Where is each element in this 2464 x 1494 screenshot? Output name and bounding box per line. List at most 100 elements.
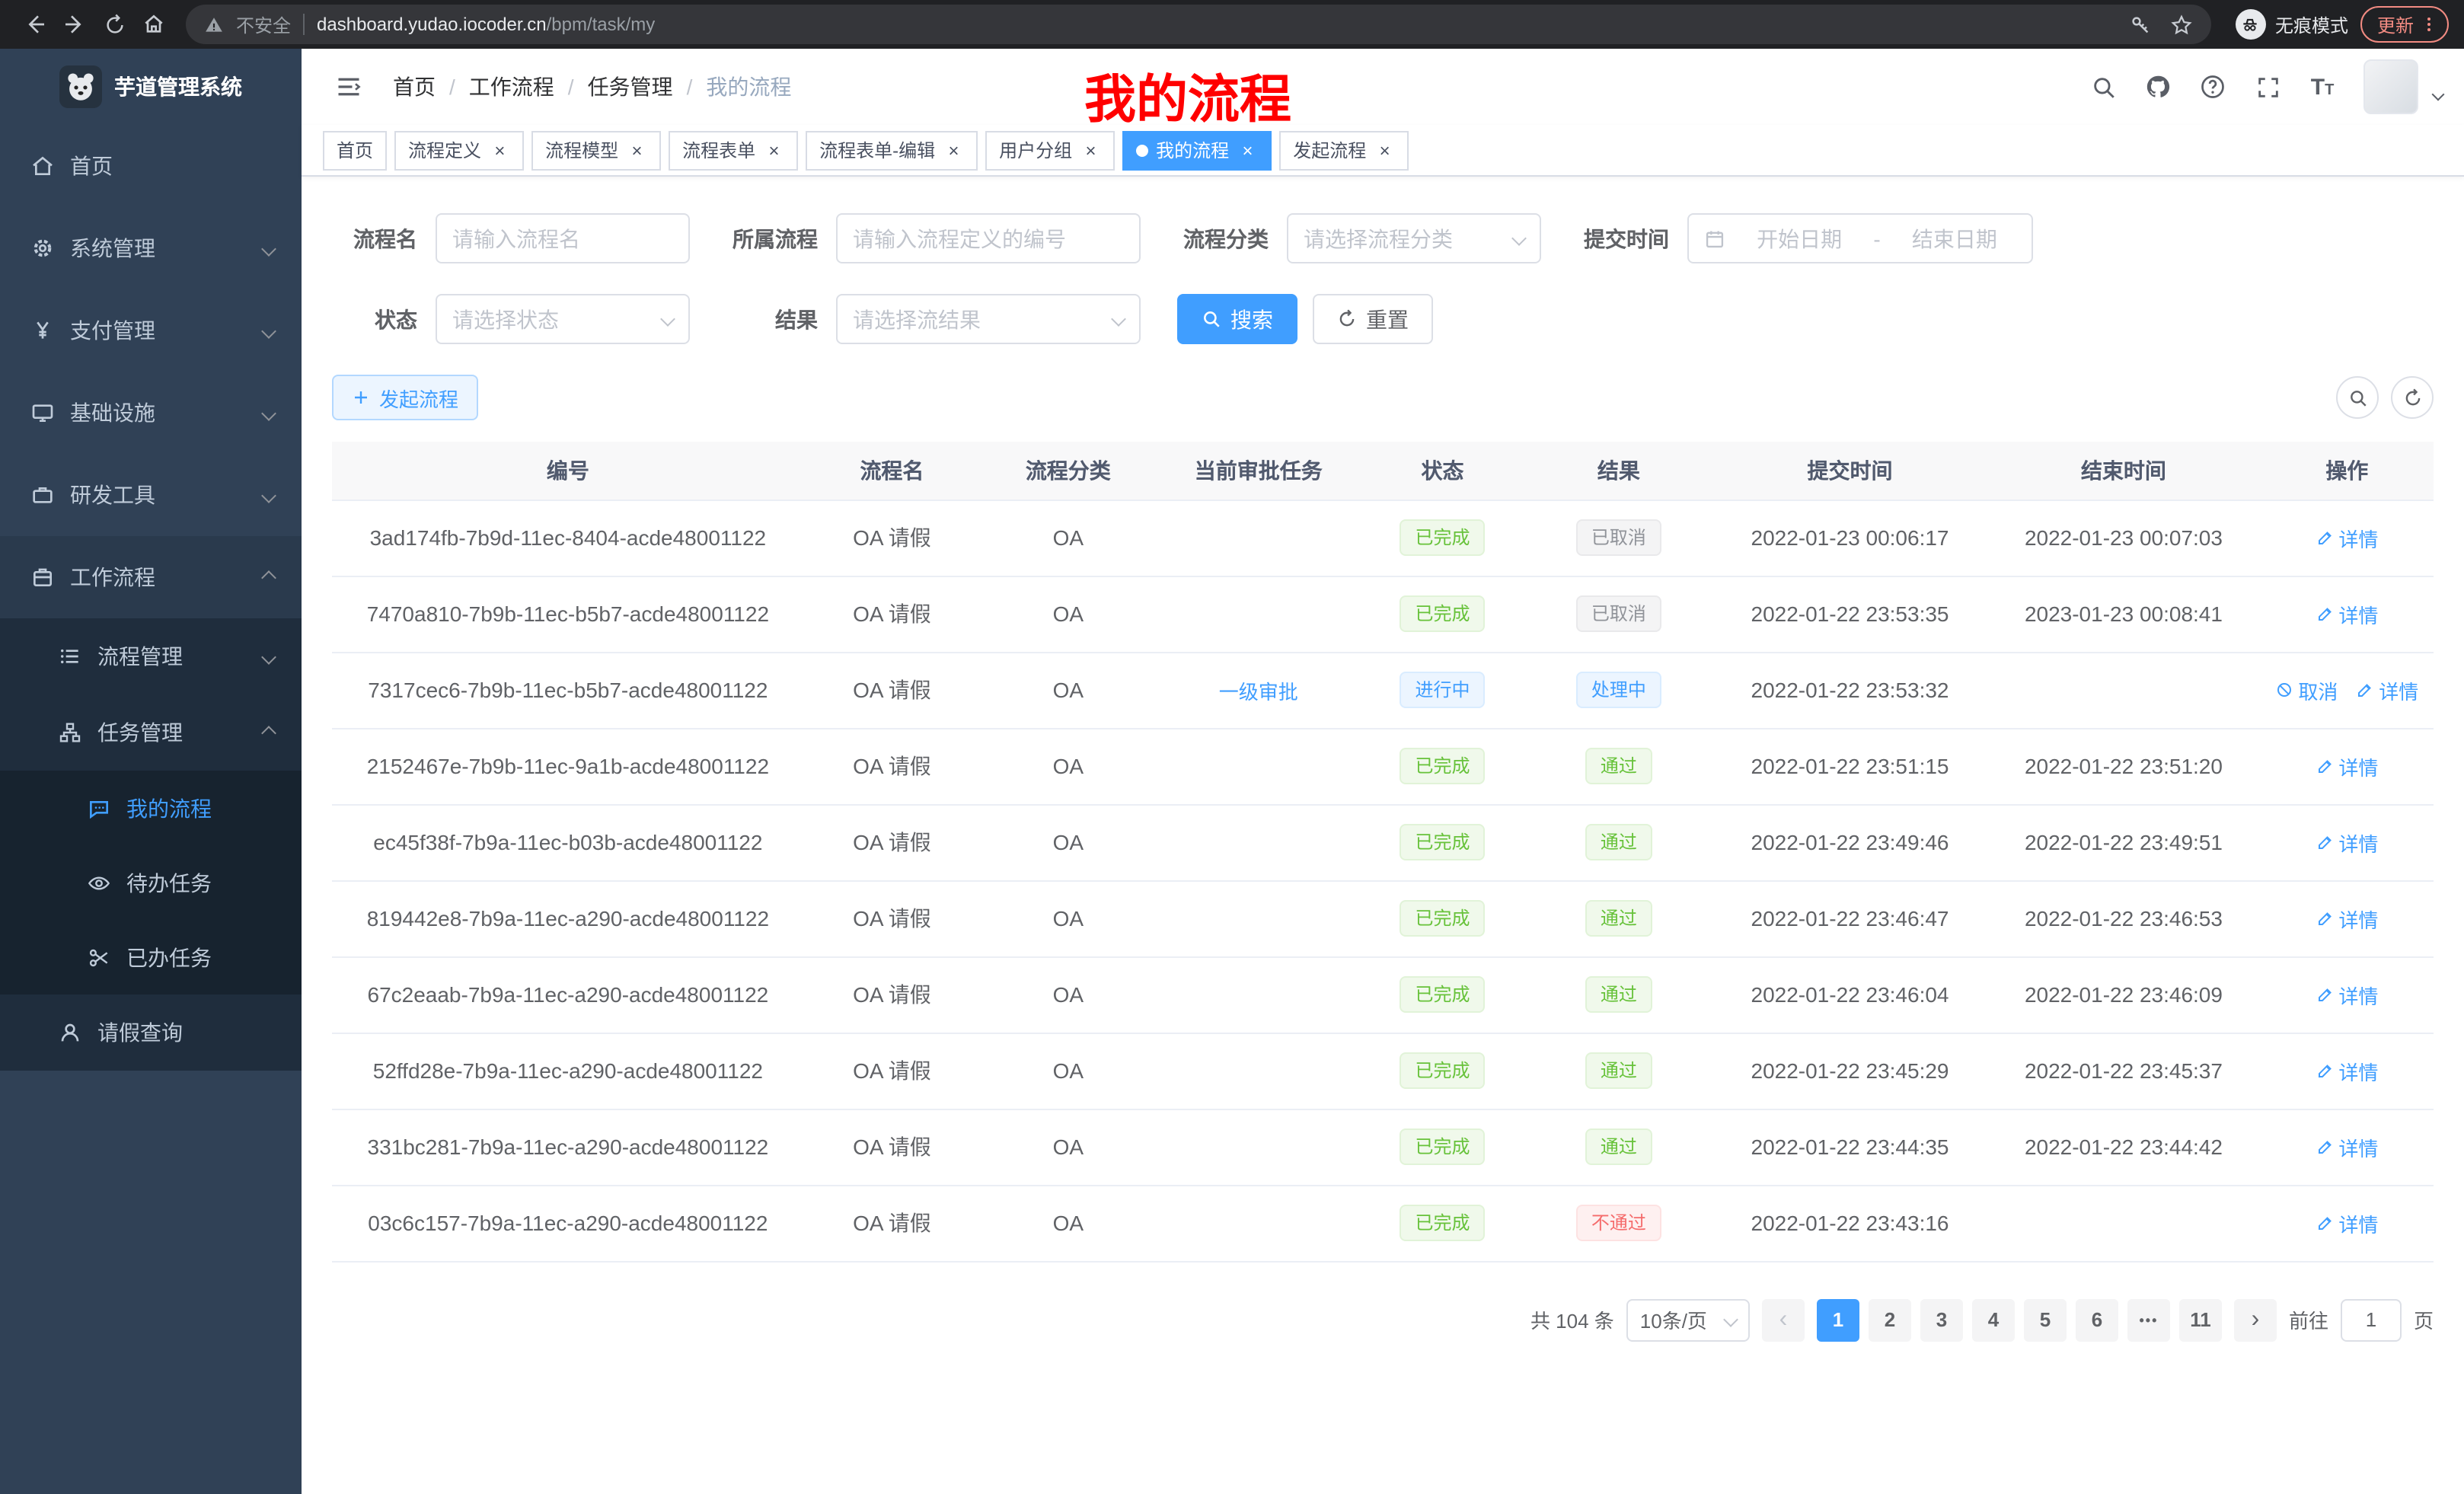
reset-button[interactable]: 重置: [1313, 294, 1433, 344]
detail-link[interactable]: 详情: [2316, 828, 2378, 857]
tab-close-icon[interactable]: ×: [1374, 139, 1395, 161]
cell-result: 已取消: [1524, 500, 1713, 576]
tab[interactable]: 我的流程 ×: [1122, 130, 1272, 170]
sidebar-item-workflow[interactable]: 工作流程: [0, 536, 302, 618]
update-button[interactable]: 更新: [2360, 6, 2449, 43]
tab-close-icon[interactable]: ×: [763, 139, 784, 161]
menu-dots-icon[interactable]: [2420, 14, 2438, 35]
start-date-placeholder: 开始日期: [1738, 223, 1861, 254]
prev-page-button[interactable]: ‹: [1762, 1298, 1805, 1341]
tab-close-icon[interactable]: ×: [1237, 139, 1258, 161]
tab-close-icon[interactable]: ×: [626, 139, 647, 161]
chevron-up-icon: [261, 570, 276, 585]
cell-category: OA: [980, 1109, 1156, 1185]
tab[interactable]: 流程表单 ×: [669, 130, 798, 170]
sidebar-item-devtools[interactable]: 研发工具: [0, 454, 302, 536]
sidebar-item-home[interactable]: 首页: [0, 125, 302, 207]
tab[interactable]: 流程表单-编辑 ×: [806, 130, 978, 170]
result-select[interactable]: 请选择流结果: [836, 294, 1141, 344]
detail-link[interactable]: 详情: [2316, 752, 2378, 781]
sidebar-item-done-tasks[interactable]: 已办任务: [0, 920, 302, 994]
tab[interactable]: 流程定义 ×: [394, 130, 524, 170]
page-button[interactable]: 5: [2024, 1298, 2067, 1341]
table-row: 2152467e-7b9b-11ec-9a1b-acde48001122 OA …: [332, 728, 2434, 804]
cancel-link[interactable]: 取消: [2275, 675, 2338, 704]
sidebar-item-my-process[interactable]: 我的流程: [0, 771, 302, 845]
start-process-button[interactable]: 发起流程: [332, 375, 478, 420]
tab[interactable]: 用户分组 ×: [985, 130, 1115, 170]
chevron-down-icon: [1723, 1312, 1738, 1327]
detail-link[interactable]: 详情: [2316, 1132, 2378, 1161]
page-button[interactable]: 1: [1817, 1298, 1859, 1341]
page-button[interactable]: 4: [1972, 1298, 2015, 1341]
page-size-select[interactable]: 10条/页: [1626, 1298, 1750, 1341]
monitor-icon: [30, 401, 55, 425]
detail-link[interactable]: 详情: [2316, 599, 2378, 628]
process-name-input[interactable]: [436, 213, 690, 263]
breadcrumb-task-mgmt[interactable]: 任务管理: [588, 72, 673, 102]
date-range-picker[interactable]: 开始日期 - 结束日期: [1687, 213, 2033, 263]
app-logo-row[interactable]: 芋道管理系统: [0, 49, 302, 125]
cell-status: 已完成: [1361, 804, 1524, 880]
sidebar-item-system[interactable]: 系统管理: [0, 207, 302, 289]
avatar[interactable]: [2363, 59, 2418, 114]
table-row: 331bc281-7b9a-11ec-a290-acde48001122 OA …: [332, 1109, 2434, 1185]
sidebar-item-todo-tasks[interactable]: 待办任务: [0, 845, 302, 920]
reload-button[interactable]: [94, 5, 134, 44]
cell-submit-time: 2022-01-22 23:46:04: [1713, 956, 1987, 1033]
help-button[interactable]: [2190, 64, 2236, 110]
tab-close-icon[interactable]: ×: [943, 139, 964, 161]
goto-page-input[interactable]: [2341, 1298, 2402, 1341]
key-icon[interactable]: [2129, 13, 2152, 36]
tab-close-icon[interactable]: ×: [489, 139, 510, 161]
detail-link[interactable]: 详情: [2356, 675, 2418, 704]
breadcrumb-home[interactable]: 首页: [393, 72, 436, 102]
next-page-button[interactable]: ›: [2234, 1298, 2277, 1341]
url-text: dashboard.yudao.iocoder.cn/bpm/task/my: [317, 14, 655, 35]
home-button[interactable]: [134, 5, 174, 44]
status-select[interactable]: 请选择状态: [436, 294, 690, 344]
detail-link[interactable]: 详情: [2316, 523, 2378, 552]
detail-link[interactable]: 详情: [2316, 1056, 2378, 1085]
address-bar[interactable]: 不安全 dashboard.yudao.iocoder.cn/bpm/task/…: [186, 5, 2211, 44]
header-search-button[interactable]: [2080, 64, 2126, 110]
page-button[interactable]: •••: [2127, 1298, 2170, 1341]
tab-close-icon[interactable]: ×: [1080, 139, 1101, 161]
github-button[interactable]: [2135, 64, 2181, 110]
page-button[interactable]: 11: [2179, 1298, 2222, 1341]
sidebar-toggle-button[interactable]: [326, 64, 372, 110]
search-icon: [1202, 309, 1221, 329]
page-button[interactable]: 2: [1869, 1298, 1911, 1341]
page-button[interactable]: 6: [2076, 1298, 2118, 1341]
forward-button[interactable]: [55, 5, 94, 44]
parent-process-input[interactable]: [836, 213, 1141, 263]
detail-link[interactable]: 详情: [2316, 1208, 2378, 1237]
sidebar-item-leave-query[interactable]: 请假查询: [0, 994, 302, 1071]
font-size-button[interactable]: TT: [2300, 64, 2345, 110]
list-icon: [58, 644, 82, 669]
category-select[interactable]: 请选择流程分类: [1287, 213, 1541, 263]
caret-down-icon[interactable]: [2432, 88, 2445, 101]
sidebar-item-payment[interactable]: 支付管理: [0, 289, 302, 372]
cancel-icon: [2275, 681, 2293, 699]
sidebar-item-task-mgmt[interactable]: 任务管理: [0, 694, 302, 771]
sidebar-item-infra[interactable]: 基础设施: [0, 372, 302, 454]
tab[interactable]: 首页 ×: [323, 130, 387, 170]
tab[interactable]: 发起流程 ×: [1279, 130, 1409, 170]
sidebar-item-process-mgmt[interactable]: 流程管理: [0, 618, 302, 694]
breadcrumb-workflow[interactable]: 工作流程: [469, 72, 554, 102]
refresh-table-button[interactable]: [2391, 376, 2434, 419]
current-task-link[interactable]: 一级审批: [1219, 675, 1298, 704]
bookmark-star-icon[interactable]: [2170, 13, 2193, 36]
page-button[interactable]: 3: [1920, 1298, 1963, 1341]
home-icon: [142, 12, 166, 37]
search-button[interactable]: 搜索: [1177, 294, 1297, 344]
detail-link[interactable]: 详情: [2316, 904, 2378, 933]
fullscreen-button[interactable]: [2245, 64, 2290, 110]
toggle-search-button[interactable]: [2336, 376, 2379, 419]
detail-link[interactable]: 详情: [2316, 980, 2378, 1009]
result-badge: 通过: [1585, 748, 1652, 784]
cell-actions: 取消 详情: [2261, 1109, 2434, 1185]
tab[interactable]: 流程模型 ×: [531, 130, 661, 170]
back-button[interactable]: [15, 5, 55, 44]
